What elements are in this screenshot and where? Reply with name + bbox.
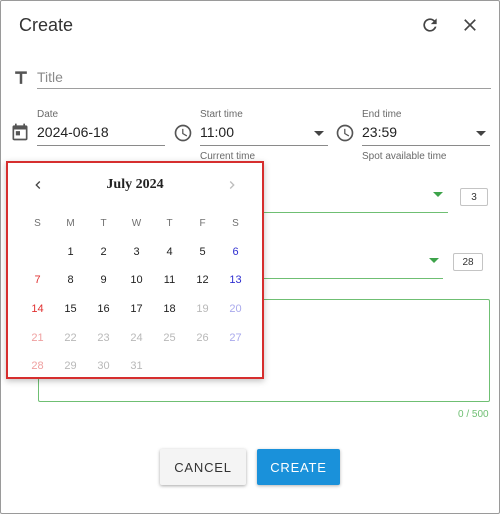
calendar-week-row: 21 22 23 24 25 26 27 xyxy=(21,323,253,352)
create-dialog: Create Date 2024-06-18 Start time 11:00 … xyxy=(0,0,500,514)
calendar-day[interactable]: 3 xyxy=(120,246,153,258)
calendar-day: 25 xyxy=(163,331,176,344)
calendar-day: 21 xyxy=(31,331,44,344)
start-time-label: Start time xyxy=(200,109,243,120)
select-2-count: 28 xyxy=(453,253,483,271)
calendar-day[interactable]: 8 xyxy=(54,274,87,286)
select-1-underline xyxy=(259,212,448,213)
calendar-day: 29 xyxy=(64,360,77,373)
select-2-dropdown-icon[interactable] xyxy=(429,258,439,263)
close-icon[interactable] xyxy=(458,13,482,37)
date-value[interactable]: 2024-06-18 xyxy=(37,124,109,140)
start-time-underline xyxy=(200,145,328,146)
start-time-value[interactable]: 11:00 xyxy=(200,124,234,140)
select-2-underline xyxy=(259,278,443,279)
end-time-value[interactable]: 23:59 xyxy=(362,124,397,140)
calendar-day[interactable]: 10 xyxy=(120,274,153,286)
cancel-button[interactable]: CANCEL xyxy=(160,449,246,485)
end-time-dropdown-icon[interactable] xyxy=(476,131,486,136)
weekday-label: T xyxy=(166,217,173,229)
calendar-week-row: 28 29 30 31 xyxy=(21,352,253,381)
calendar-day[interactable]: 13 xyxy=(219,274,252,286)
calendar-day[interactable]: 15 xyxy=(54,303,87,315)
weekday-label: S xyxy=(34,217,41,229)
end-time-label: End time xyxy=(362,109,402,120)
calendar-day: 20 xyxy=(229,303,242,316)
select-1-count: 3 xyxy=(460,188,488,206)
calendar-day: 28 xyxy=(31,360,44,373)
end-time-underline xyxy=(362,145,490,146)
weekday-label: M xyxy=(66,217,75,229)
calendar-day[interactable]: 9 xyxy=(87,274,120,286)
weekday-label: T xyxy=(100,217,107,229)
select-1-dropdown-icon[interactable] xyxy=(433,192,443,197)
calendar-day: 22 xyxy=(64,331,77,344)
calendar-week-row: 7 8 9 10 11 12 13 xyxy=(21,266,253,295)
calendar-icon xyxy=(10,122,30,142)
calendar-day: 30 xyxy=(97,360,110,373)
clock-icon xyxy=(335,123,355,143)
calendar-day: 19 xyxy=(196,303,209,316)
calendar-day[interactable]: 14 xyxy=(21,303,54,315)
weekday-label: S xyxy=(232,217,239,229)
calendar-day[interactable]: 4 xyxy=(153,246,186,258)
calendar-grid: SMTWTFS 1 2 3 4 5 6 7 8 9 10 11 12 13 14 15 16 17 18 19 20 2… xyxy=(21,209,253,381)
calendar-day[interactable]: 17 xyxy=(120,303,153,315)
weekday-label: W xyxy=(131,217,142,229)
calendar-day: 31 xyxy=(130,360,143,373)
calendar-day[interactable]: 11 xyxy=(153,274,186,286)
calendar-day[interactable]: 7 xyxy=(21,274,54,286)
text-format-icon xyxy=(11,68,31,88)
date-label: Date xyxy=(37,109,59,120)
end-time-helper: Spot available time xyxy=(362,151,447,162)
date-underline xyxy=(37,145,165,146)
chevron-right-icon xyxy=(224,177,240,193)
calendar-day: 24 xyxy=(130,331,143,344)
calendar-week-row: 123456 xyxy=(21,238,253,267)
refresh-icon[interactable] xyxy=(418,13,442,37)
calendar-day[interactable]: 18 xyxy=(153,303,186,315)
dialog-title: Create xyxy=(19,15,74,35)
weekday-label: F xyxy=(199,217,206,229)
character-counter: 0 / 500 xyxy=(458,409,489,420)
calendar-day: 27 xyxy=(229,331,242,344)
calendar-week-row: 14 15 16 17 18 19 20 xyxy=(21,295,253,324)
clock-icon xyxy=(173,123,193,143)
calendar-day[interactable]: 6 xyxy=(219,246,252,258)
calendar-day[interactable]: 1 xyxy=(54,246,87,258)
calendar-weekday-header: SMTWTFS xyxy=(21,209,253,238)
date-picker-popup: July 2024 SMTWTFS 1 2 3 4 5 6 7 8 9 10 11 12 13 14 15 1… xyxy=(6,161,264,379)
calendar-day[interactable]: 12 xyxy=(186,274,219,286)
calendar-day: 26 xyxy=(196,331,209,344)
create-button[interactable]: CREATE xyxy=(257,449,340,485)
calendar-day[interactable]: 5 xyxy=(186,246,219,258)
calendar-day: 23 xyxy=(97,331,110,344)
calendar-day[interactable]: 16 xyxy=(87,303,120,315)
calendar-day[interactable]: 2 xyxy=(87,246,120,258)
title-input[interactable] xyxy=(37,65,491,89)
start-time-dropdown-icon[interactable] xyxy=(314,131,324,136)
